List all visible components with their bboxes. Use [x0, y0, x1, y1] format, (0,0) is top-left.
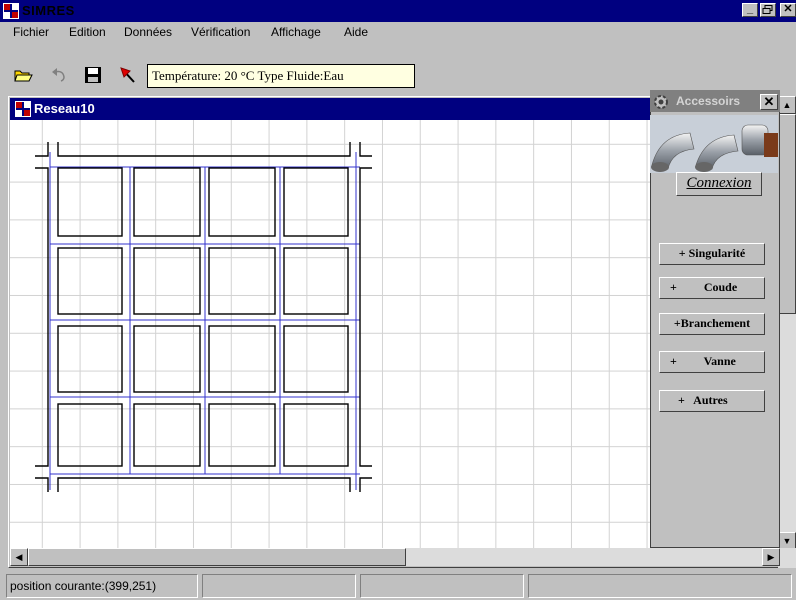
child-window-title: Reseau10 [34, 101, 95, 116]
palette-title: Accessoirs [676, 94, 741, 108]
close-button[interactable]: ✕ [780, 3, 796, 17]
status-panel-2 [202, 574, 356, 598]
app-title: SIMRES [22, 3, 75, 18]
menu-aide[interactable]: Aide [344, 25, 368, 39]
add-autres-button[interactable]: + Autres [659, 390, 765, 412]
menu-fichier[interactable]: Fichier [13, 25, 49, 39]
reseau-window-icon [15, 101, 31, 117]
horizontal-scroll-thumb[interactable] [28, 548, 406, 566]
gear-icon [654, 95, 668, 109]
pipe-guide-lines [49, 152, 360, 490]
pipe-segments [35, 142, 372, 492]
save-icon[interactable] [82, 64, 104, 86]
add-coude-button[interactable]: + Coude [659, 277, 765, 299]
child-title-bar[interactable] [10, 98, 650, 120]
open-folder-icon[interactable] [12, 64, 34, 86]
minimize-button[interactable]: _ [742, 3, 758, 17]
add-singularite-button[interactable]: + Singularité [659, 243, 765, 265]
restore-icon [762, 5, 773, 14]
add-vanne-button[interactable]: + Vanne [659, 351, 765, 373]
status-cursor-position: position courante:(399,251) [6, 574, 198, 598]
status-panel-3 [360, 574, 524, 598]
app-title-bar[interactable] [0, 0, 796, 22]
pipe-fittings-image [650, 115, 778, 173]
simres-app-icon [3, 3, 19, 19]
menu-bar: Fichier Edition Données Vérification Aff… [0, 22, 796, 42]
menu-edition[interactable]: Edition [69, 25, 106, 39]
horizontal-scrollbar[interactable]: ◀ ▶ [10, 548, 796, 566]
scroll-left-button[interactable]: ◀ [10, 548, 28, 566]
restore-button[interactable] [760, 3, 776, 17]
add-branchement-button[interactable]: +Branchement [659, 313, 765, 335]
vertical-scrollbar[interactable]: ▲ ▼ [778, 96, 796, 568]
menu-affichage[interactable]: Affichage [271, 25, 321, 39]
undo-icon[interactable] [48, 64, 70, 86]
palette-close-button[interactable]: ✕ [760, 94, 778, 110]
status-panel-4 [528, 574, 792, 598]
temperature-fluid-info: Température: 20 °C Type Fluide:Eau [147, 64, 415, 88]
menu-donnees[interactable]: Données [124, 25, 172, 39]
scroll-right-button[interactable]: ▶ [762, 548, 780, 566]
connexion-tab[interactable]: Connexion [676, 172, 762, 196]
menu-verification[interactable]: Vérification [191, 25, 250, 39]
vertical-scroll-thumb[interactable] [778, 114, 796, 314]
pointer-arrow-icon[interactable] [117, 64, 139, 86]
scroll-up-button[interactable]: ▲ [778, 96, 796, 114]
